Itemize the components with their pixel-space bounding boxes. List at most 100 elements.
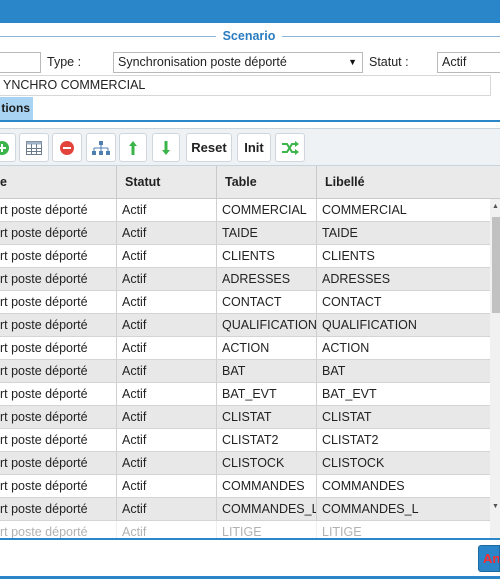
cell-libelle: BAT_EVT (322, 387, 377, 401)
cell-table: CLISTAT (217, 406, 317, 428)
table-row[interactable]: rt poste déporté Actif COMMANDES COMMAND… (0, 475, 490, 498)
hierarchy-button[interactable] (86, 133, 116, 162)
libelle-input[interactable]: YNCHRO COMMERCIAL (0, 75, 491, 96)
chevron-down-icon: ▼ (348, 57, 357, 67)
cell-table: CLISTAT2 (217, 429, 317, 451)
cell-type: rt poste déporté (0, 268, 117, 290)
cell-type: rt poste déporté (0, 475, 117, 497)
column-header-type[interactable]: e (0, 166, 117, 199)
cell-libelle: CLISTOCK (322, 456, 385, 470)
move-up-button[interactable] (119, 133, 147, 162)
table-row[interactable]: rt poste déporté Actif COMMERCIAL COMMER… (0, 199, 490, 222)
cell-statut: Actif (117, 360, 217, 382)
cell-libelle: ADRESSES (322, 272, 391, 286)
cell-table: BAT_EVT (217, 383, 317, 405)
fieldset-border (0, 36, 216, 37)
arrow-up-icon (129, 140, 137, 155)
table-row[interactable]: rt poste déporté Actif CLISTAT CLISTAT (0, 406, 490, 429)
columns-button[interactable] (19, 133, 49, 162)
code-input[interactable] (0, 52, 41, 73)
delete-button[interactable] (52, 133, 82, 162)
type-label: Type : (47, 55, 82, 69)
cell-statut: Actif (117, 199, 217, 221)
table-row[interactable]: rt poste déporté Actif ADRESSES ADRESSES (0, 268, 490, 291)
cell-statut: Actif (117, 452, 217, 474)
cell-statut: Actif (117, 406, 217, 428)
add-button[interactable] (0, 133, 16, 162)
delete-icon (60, 140, 74, 155)
cell-statut: Actif (117, 268, 217, 290)
fieldset-border (282, 36, 500, 37)
cell-type: rt poste déporté (0, 521, 117, 538)
cell-statut: Actif (117, 383, 217, 405)
cell-statut: Actif (117, 222, 217, 244)
column-header-table[interactable]: Table (217, 166, 317, 199)
type-select[interactable]: Synchronisation poste déporté ▼ (113, 52, 363, 73)
cell-table: LITIGE (217, 521, 317, 538)
hierarchy-icon (92, 140, 110, 155)
reset-button[interactable]: Reset (186, 133, 232, 162)
cell-libelle: CLISTAT (322, 410, 372, 424)
cancel-button[interactable]: An (478, 545, 500, 572)
cell-statut: Actif (117, 521, 217, 538)
table-row[interactable]: rt poste déporté Actif QUALIFICATION QUA… (0, 314, 490, 337)
column-header-statut[interactable]: Statut (117, 166, 217, 199)
scrollbar-thumb[interactable] (492, 217, 500, 313)
table-row[interactable]: rt poste déporté Actif CLISTOCK CLISTOCK (0, 452, 490, 475)
table-row[interactable]: rt poste déporté Actif COMMANDES_L COMMA… (0, 498, 490, 521)
cell-statut: Actif (117, 429, 217, 451)
cell-libelle: COMMANDES (322, 479, 405, 493)
cell-type: rt poste déporté (0, 245, 117, 267)
tab-label: tions (1, 101, 30, 115)
move-down-button[interactable] (152, 133, 180, 162)
window-title-bar (0, 0, 500, 23)
sync-button[interactable] (275, 133, 305, 162)
tab-operations[interactable]: tions (0, 97, 33, 120)
table-row[interactable]: rt poste déporté Actif CONTACT CONTACT (0, 291, 490, 314)
cell-table: TAIDE (217, 222, 317, 244)
cell-libelle: CLIENTS (322, 249, 375, 263)
table-row[interactable]: rt poste déporté Actif BAT BAT (0, 360, 490, 383)
column-header-libelle[interactable]: Libellé (317, 166, 500, 199)
fieldset-legend: Scenario (222, 29, 276, 43)
cell-statut: Actif (117, 475, 217, 497)
cell-type: rt poste déporté (0, 314, 117, 336)
vertical-scrollbar[interactable]: ▲ ▼ (490, 199, 500, 538)
tab-bar: tions (0, 97, 500, 122)
table-row[interactable]: rt poste déporté Actif CLIENTS CLIENTS (0, 245, 490, 268)
cell-libelle: COMMERCIAL (322, 203, 407, 217)
cell-statut: Actif (117, 337, 217, 359)
cell-statut: Actif (117, 291, 217, 313)
cell-type: rt poste déporté (0, 406, 117, 428)
cell-table: CLIENTS (217, 245, 317, 267)
data-grid: e Statut Table Libellé rt poste déporté … (0, 166, 500, 538)
cell-type: rt poste déporté (0, 199, 117, 221)
scroll-down-icon[interactable]: ▼ (492, 503, 499, 510)
footer-divider (0, 538, 500, 540)
table-row[interactable]: rt poste déporté Actif BAT_EVT BAT_EVT (0, 383, 490, 406)
statut-select[interactable]: Actif (437, 52, 500, 73)
table-row[interactable]: rt poste déporté Actif LITIGE LITIGE (0, 521, 490, 538)
cell-type: rt poste déporté (0, 360, 117, 382)
cell-statut: Actif (117, 245, 217, 267)
grid-header: e Statut Table Libellé (0, 166, 500, 199)
cell-table: BAT (217, 360, 317, 382)
cell-table: ACTION (217, 337, 317, 359)
cell-table: CLISTOCK (217, 452, 317, 474)
cell-libelle: CONTACT (322, 295, 382, 309)
table-row[interactable]: rt poste déporté Actif TAIDE TAIDE (0, 222, 490, 245)
scroll-up-icon[interactable]: ▲ (492, 203, 499, 210)
shuffle-icon (282, 140, 299, 155)
table-row[interactable]: rt poste déporté Actif CLISTAT2 CLISTAT2 (0, 429, 490, 452)
cell-libelle: ACTION (322, 341, 370, 355)
type-select-value: Synchronisation poste déporté (118, 55, 287, 69)
cell-libelle: LITIGE (322, 525, 362, 538)
grid-icon (26, 140, 42, 155)
init-button[interactable]: Init (237, 133, 271, 162)
cell-libelle: QUALIFICATION (322, 318, 417, 332)
cell-table: COMMANDES (217, 475, 317, 497)
table-row[interactable]: rt poste déporté Actif ACTION ACTION (0, 337, 490, 360)
cell-statut: Actif (117, 314, 217, 336)
cell-libelle: COMMANDES_L (322, 502, 419, 516)
cell-type: rt poste déporté (0, 498, 117, 520)
